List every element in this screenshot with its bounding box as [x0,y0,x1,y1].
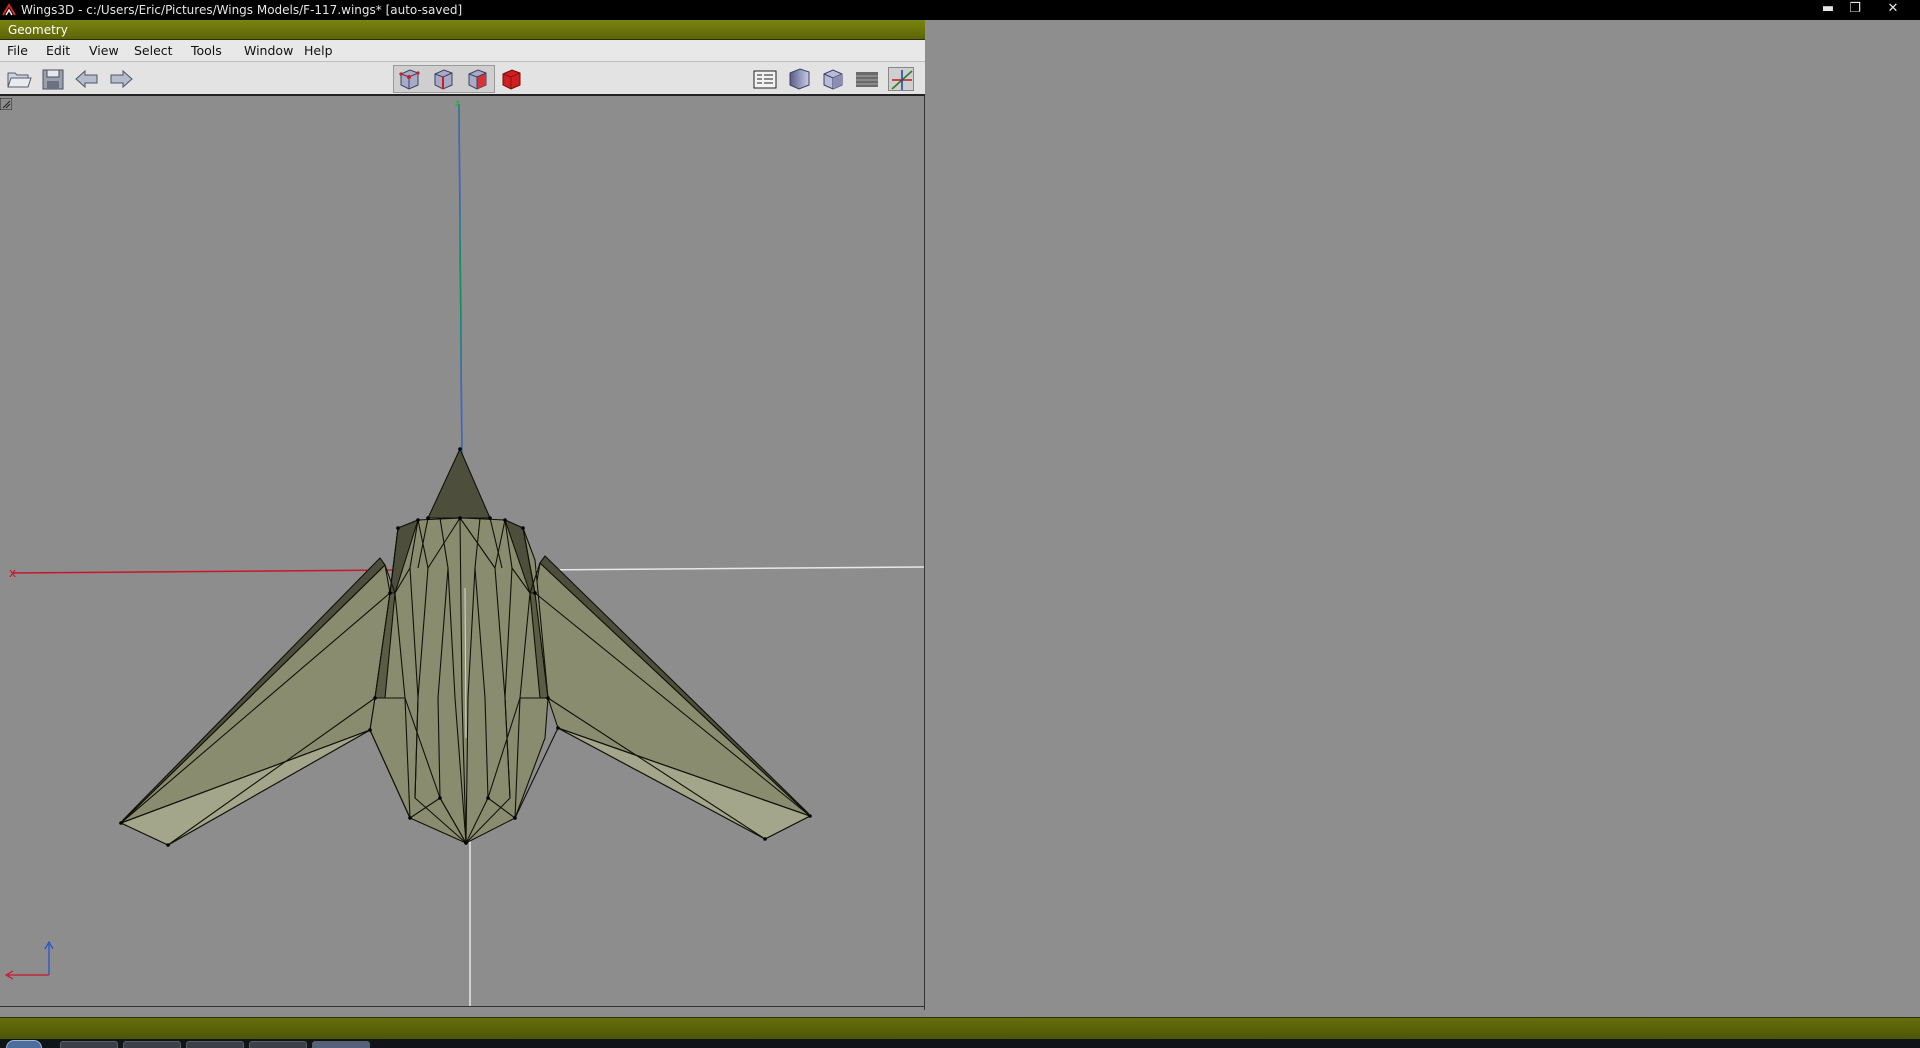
minimize-button[interactable]: ▬ [1817,1,1839,18]
axis-gizmo [4,940,54,980]
taskbar-button[interactable] [186,1041,244,1048]
menu-view[interactable]: View [89,43,119,58]
viewport-canvas[interactable]: x z [0,98,924,1007]
geometry-window: Geometry File Edit View Select Tools Win… [0,20,925,1010]
z-axis-label: z [455,99,460,109]
restore-button[interactable]: ❐ [1844,1,1866,18]
save-disk-icon[interactable] [40,67,66,91]
edge-mode-icon[interactable] [430,67,456,91]
show-axes-icon[interactable] [888,67,914,91]
menu-tools[interactable]: Tools [191,43,222,58]
taskbar-button[interactable] [249,1041,307,1048]
x-axis-line [11,569,396,574]
right-wing-upper [534,562,811,840]
smooth-shading-icon[interactable] [786,67,812,91]
groundplane-icon[interactable] [752,67,778,91]
body-mode-icon[interactable] [498,67,524,91]
vertex-mode-icon[interactable] [396,67,422,91]
y-axis-line [458,103,463,469]
status-bar [0,1017,1920,1039]
taskbar-button-active[interactable] [312,1041,370,1048]
workspace-empty-area [925,20,1920,1017]
undo-arrow-icon[interactable] [74,67,100,91]
geometry-title-bar[interactable]: Geometry [0,20,925,40]
face-mode-icon[interactable] [464,67,490,91]
window-title: Wings3D - c:/Users/Eric/Pictures/Wings M… [21,3,463,17]
menu-window[interactable]: Window [244,43,293,58]
menu-bar: File Edit View Select Tools Window Help [0,40,925,62]
menu-help[interactable]: Help [304,43,333,58]
close-button[interactable]: ✕ [1882,1,1904,18]
taskbar-button[interactable] [123,1041,181,1048]
neg-x-axis-line [529,566,924,571]
orthographic-cube-icon[interactable] [820,67,846,91]
wireframe-icon[interactable] [854,67,880,91]
wings3d-logo-icon [2,3,16,16]
x-axis-label: x [9,566,16,580]
open-folder-icon[interactable] [6,67,32,91]
3d-viewport[interactable]: x z [0,98,924,1007]
resize-grip-icon[interactable] [0,98,12,110]
app-title-bar: Wings3D - c:/Users/Eric/Pictures/Wings M… [0,0,1920,20]
menu-select[interactable]: Select [134,43,173,58]
toolbar [0,62,925,96]
left-wing-upper [120,564,391,846]
redo-arrow-icon[interactable] [108,67,134,91]
start-orb-icon[interactable] [6,1040,42,1048]
menu-file[interactable]: File [7,43,28,58]
menu-edit[interactable]: Edit [46,43,70,58]
taskbar-button[interactable] [60,1041,118,1048]
nose-cone [427,448,491,519]
